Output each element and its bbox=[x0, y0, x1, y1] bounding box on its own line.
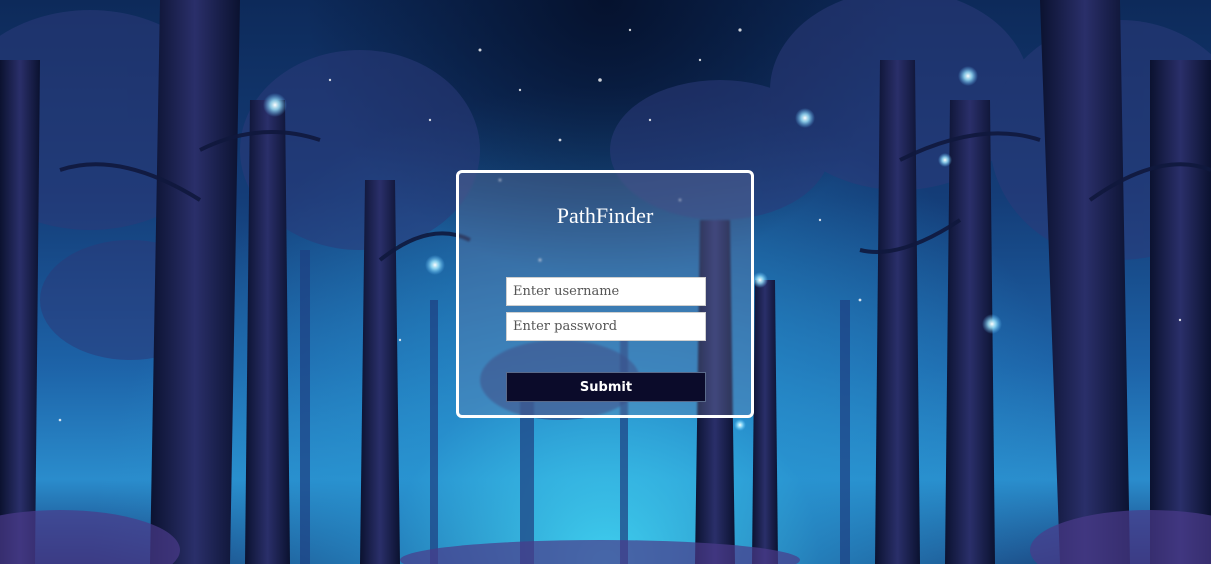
submit-button[interactable]: Submit bbox=[506, 372, 706, 402]
password-input[interactable] bbox=[506, 312, 706, 341]
app-title: PathFinder bbox=[556, 203, 654, 228]
login-card: PathFinder Submit bbox=[456, 170, 754, 418]
username-input[interactable] bbox=[506, 277, 706, 306]
